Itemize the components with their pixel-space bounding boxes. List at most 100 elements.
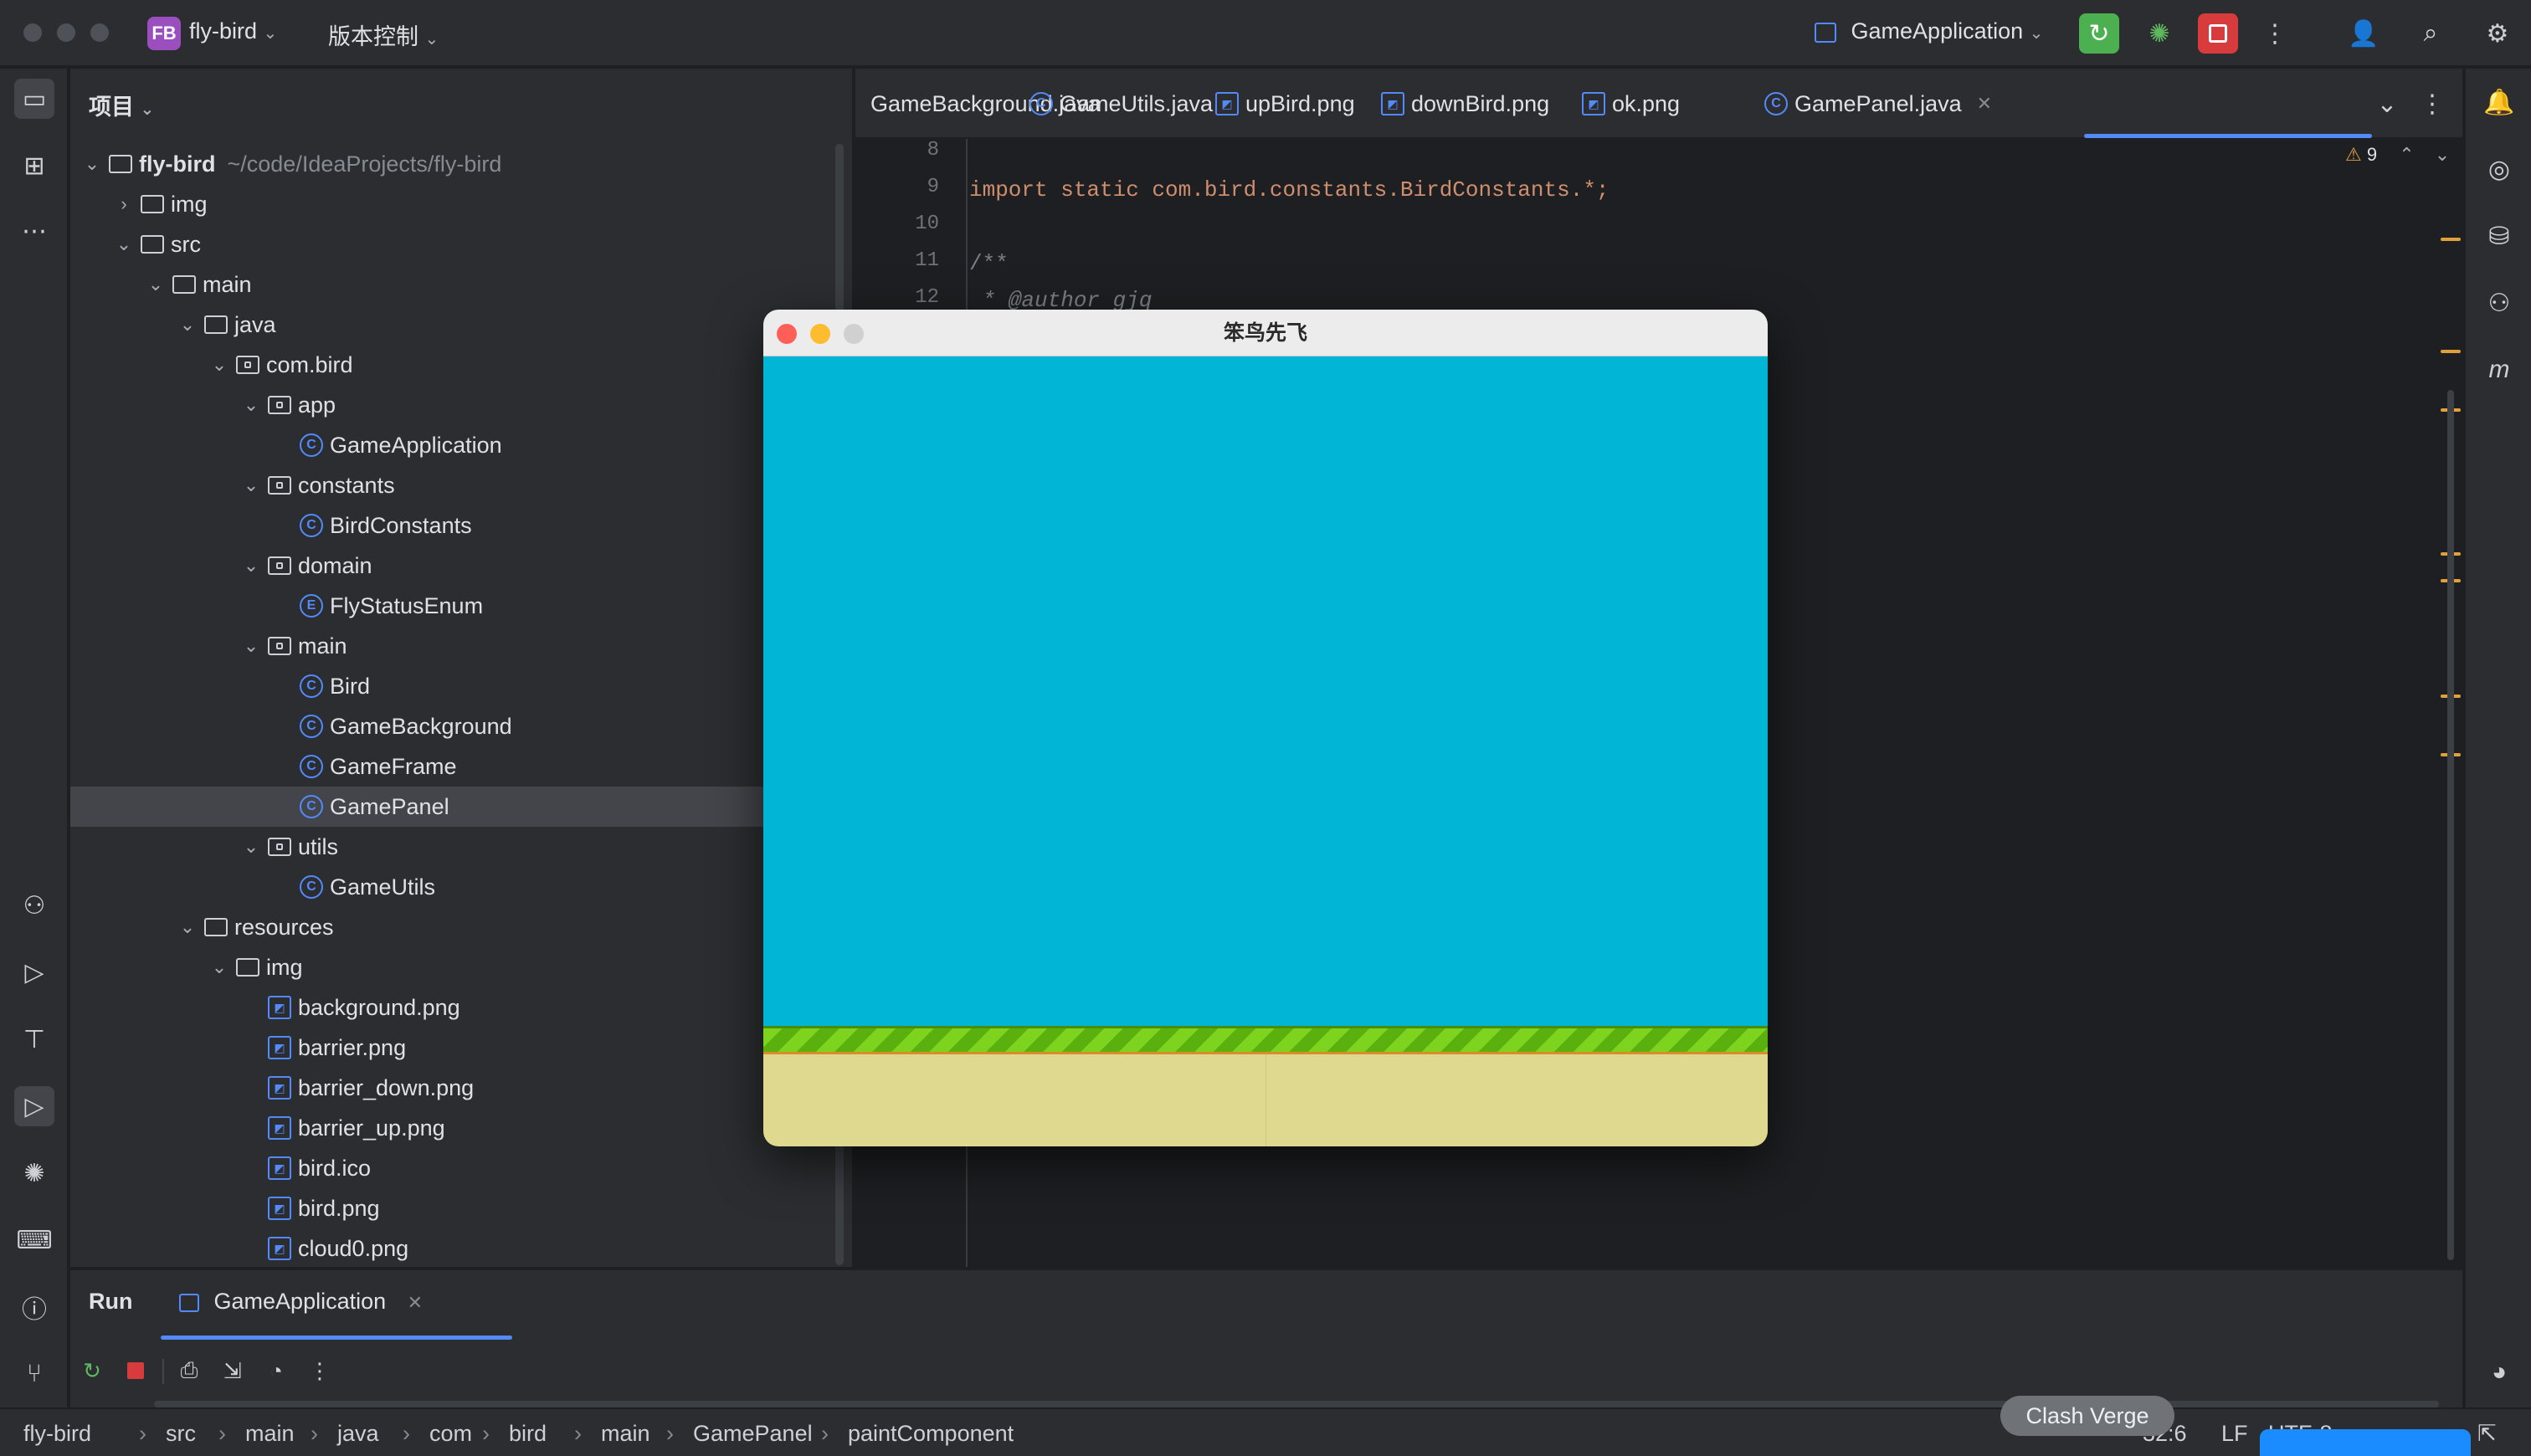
breadcrumb-item[interactable]: bird [509, 1421, 547, 1447]
more-icon[interactable]: ⋮ [303, 1354, 336, 1387]
settings-icon[interactable]: ⚙ [2477, 13, 2518, 54]
tree-item[interactable]: C GameApplication [70, 425, 852, 465]
git-icon[interactable]: ⑂ [14, 1354, 54, 1394]
chevron-down-icon[interactable]: ⌄ [176, 916, 199, 938]
game-minimize-button[interactable] [810, 324, 830, 344]
profiler-icon[interactable]: ◔ [259, 1354, 293, 1387]
terminal-icon[interactable]: ⌨ [14, 1220, 54, 1260]
tree-item[interactable]: E FlyStatusEnum [70, 586, 852, 626]
project-panel-title[interactable]: 项目 ⌄ [89, 89, 154, 121]
warning-indicator[interactable]: ⚠ 9 ⌃ ⌄ [2345, 144, 2450, 166]
tree-item[interactable]: ⌄ utils [70, 827, 852, 867]
chevron-down-icon[interactable]: ⌄ [239, 474, 263, 496]
debug-icon[interactable]: ✺ [2139, 13, 2179, 54]
services-icon[interactable]: ▷ [14, 952, 54, 992]
tree-item[interactable]: ⌄ app [70, 385, 852, 425]
project-folder-icon[interactable]: ▭ [14, 79, 54, 119]
avatar[interactable]: ◕ [2479, 1352, 2519, 1392]
plugin-icon[interactable]: ⚇ [2479, 283, 2519, 323]
tree-item[interactable]: ⌄ fly-bird ~/code/IdeaProjects/fly-bird [70, 144, 852, 184]
tree-item[interactable]: ⌄ main [70, 626, 852, 666]
editor-tab[interactable]: ◩ downBird.png [1376, 87, 1549, 120]
window-close-button[interactable] [23, 23, 42, 42]
game-window[interactable]: 笨鸟先飞 [763, 310, 1768, 1146]
chevron-down-icon[interactable]: ⌄ [239, 394, 263, 416]
warning-marker[interactable] [2441, 238, 2461, 241]
tab-more-icon[interactable]: ⋮ [2412, 84, 2452, 124]
chevron-down-icon[interactable]: ⌄ [144, 274, 167, 295]
search-icon[interactable]: ⌕ [2410, 13, 2451, 54]
breadcrumb-item[interactable]: src [166, 1421, 196, 1447]
add-user-icon[interactable]: 👤 [2344, 13, 2384, 54]
breadcrumb-item[interactable]: GamePanel [693, 1421, 813, 1447]
export-icon[interactable]: ⇲ [216, 1354, 249, 1387]
tree-item[interactable]: ⌄ java [70, 305, 852, 345]
rerun-icon[interactable]: ↻ [2079, 13, 2119, 54]
breadcrumb-item[interactable]: main [245, 1421, 295, 1447]
plugins-icon[interactable]: ⚇ [14, 885, 54, 925]
tab-list-chevron-icon[interactable]: ⌄ [2367, 84, 2407, 124]
tree-item[interactable]: ⌄ com.bird [70, 345, 852, 385]
tree-item[interactable]: ⌄ constants [70, 465, 852, 505]
window-minimize-button[interactable] [57, 23, 75, 42]
stop-icon[interactable] [119, 1354, 152, 1387]
editor-tab[interactable]: ◩ ok.png [1577, 87, 1680, 120]
tree-item[interactable]: ◩ bird.png [70, 1188, 852, 1228]
problems-icon[interactable]: ⓘ [14, 1287, 54, 1327]
tree-item[interactable]: C GameFrame [70, 746, 852, 787]
structure-icon[interactable]: ⊞ [14, 146, 54, 186]
vcs-menu[interactable]: 版本控制 ⌄ [328, 18, 439, 51]
camera-icon[interactable]: ⎙ [172, 1354, 206, 1387]
run-panel-title[interactable]: Run [89, 1289, 132, 1315]
tree-item[interactable]: ⌄ domain [70, 546, 852, 586]
tree-item[interactable]: › img [70, 184, 852, 224]
tree-item[interactable]: C GamePanel [70, 787, 852, 827]
notifications-icon[interactable]: 🔔 [2479, 82, 2519, 122]
chevron-down-icon[interactable]: ⌄ [239, 635, 263, 657]
tree-item[interactable]: ⌄ img [70, 947, 852, 987]
lock-icon[interactable]: ⇱ [2477, 1421, 2497, 1447]
more-icon[interactable]: ⋮ [2255, 13, 2295, 54]
editor-tab[interactable]: C GamePanel.java ✕ [1759, 87, 1992, 120]
chevron-up-icon[interactable]: ⌃ [2399, 144, 2414, 165]
notification-popup[interactable] [2260, 1429, 2471, 1456]
editor-scrollbar[interactable] [2447, 390, 2454, 1260]
project-badge[interactable]: FB [147, 17, 181, 50]
game-zoom-button[interactable] [844, 324, 864, 344]
error-stripe[interactable] [2437, 139, 2462, 1267]
line-ending[interactable]: LF [2221, 1421, 2248, 1447]
tree-item[interactable]: ⌄ main [70, 264, 852, 305]
chevron-right-icon[interactable]: › [112, 193, 136, 215]
chevron-down-icon[interactable]: ⌄ [208, 956, 231, 978]
close-icon[interactable]: ✕ [408, 1292, 423, 1313]
database-icon[interactable]: ⛁ [2479, 216, 2519, 256]
tree-item[interactable]: ◩ barrier_down.png [70, 1068, 852, 1108]
stop-icon[interactable] [2198, 13, 2238, 54]
editor-tab[interactable]: C GameUtils.java [1024, 87, 1213, 120]
tree-item[interactable]: C BirdConstants [70, 505, 852, 546]
tree-item[interactable]: ◩ barrier_up.png [70, 1108, 852, 1148]
tree-item[interactable]: ⌄ src [70, 224, 852, 264]
breadcrumb-item[interactable]: fly-bird [23, 1421, 91, 1447]
breadcrumb-item[interactable]: paintComponent [848, 1421, 1014, 1447]
game-close-button[interactable] [777, 324, 797, 344]
chevron-down-icon[interactable]: ⌄ [239, 555, 263, 577]
rerun-icon[interactable]: ↻ [75, 1354, 109, 1387]
project-switcher[interactable]: fly-bird ⌄ [189, 18, 277, 44]
tree-item[interactable]: C Bird [70, 666, 852, 706]
more-tools-icon[interactable]: ⋯ [14, 211, 54, 251]
chevron-down-icon[interactable]: ⌄ [239, 836, 263, 858]
tree-item[interactable]: ⌄ resources [70, 907, 852, 947]
warning-marker[interactable] [2441, 350, 2461, 353]
tree-item[interactable]: C GameBackground [70, 706, 852, 746]
breadcrumb-item[interactable]: com [429, 1421, 472, 1447]
run-tab-gameapplication[interactable]: GameApplication ✕ [179, 1289, 423, 1315]
build-icon[interactable]: ⊤ [14, 1019, 54, 1059]
chevron-down-icon[interactable]: ⌄ [112, 233, 136, 255]
tree-item[interactable]: ◩ barrier.png [70, 1028, 852, 1068]
tree-item[interactable]: ◩ cloud0.png [70, 1228, 852, 1267]
debug-tool-icon[interactable]: ✺ [14, 1153, 54, 1193]
chevron-down-icon[interactable]: ⌄ [176, 314, 199, 336]
maven-icon[interactable]: m [2479, 350, 2519, 390]
tree-item[interactable]: ◩ background.png [70, 987, 852, 1028]
